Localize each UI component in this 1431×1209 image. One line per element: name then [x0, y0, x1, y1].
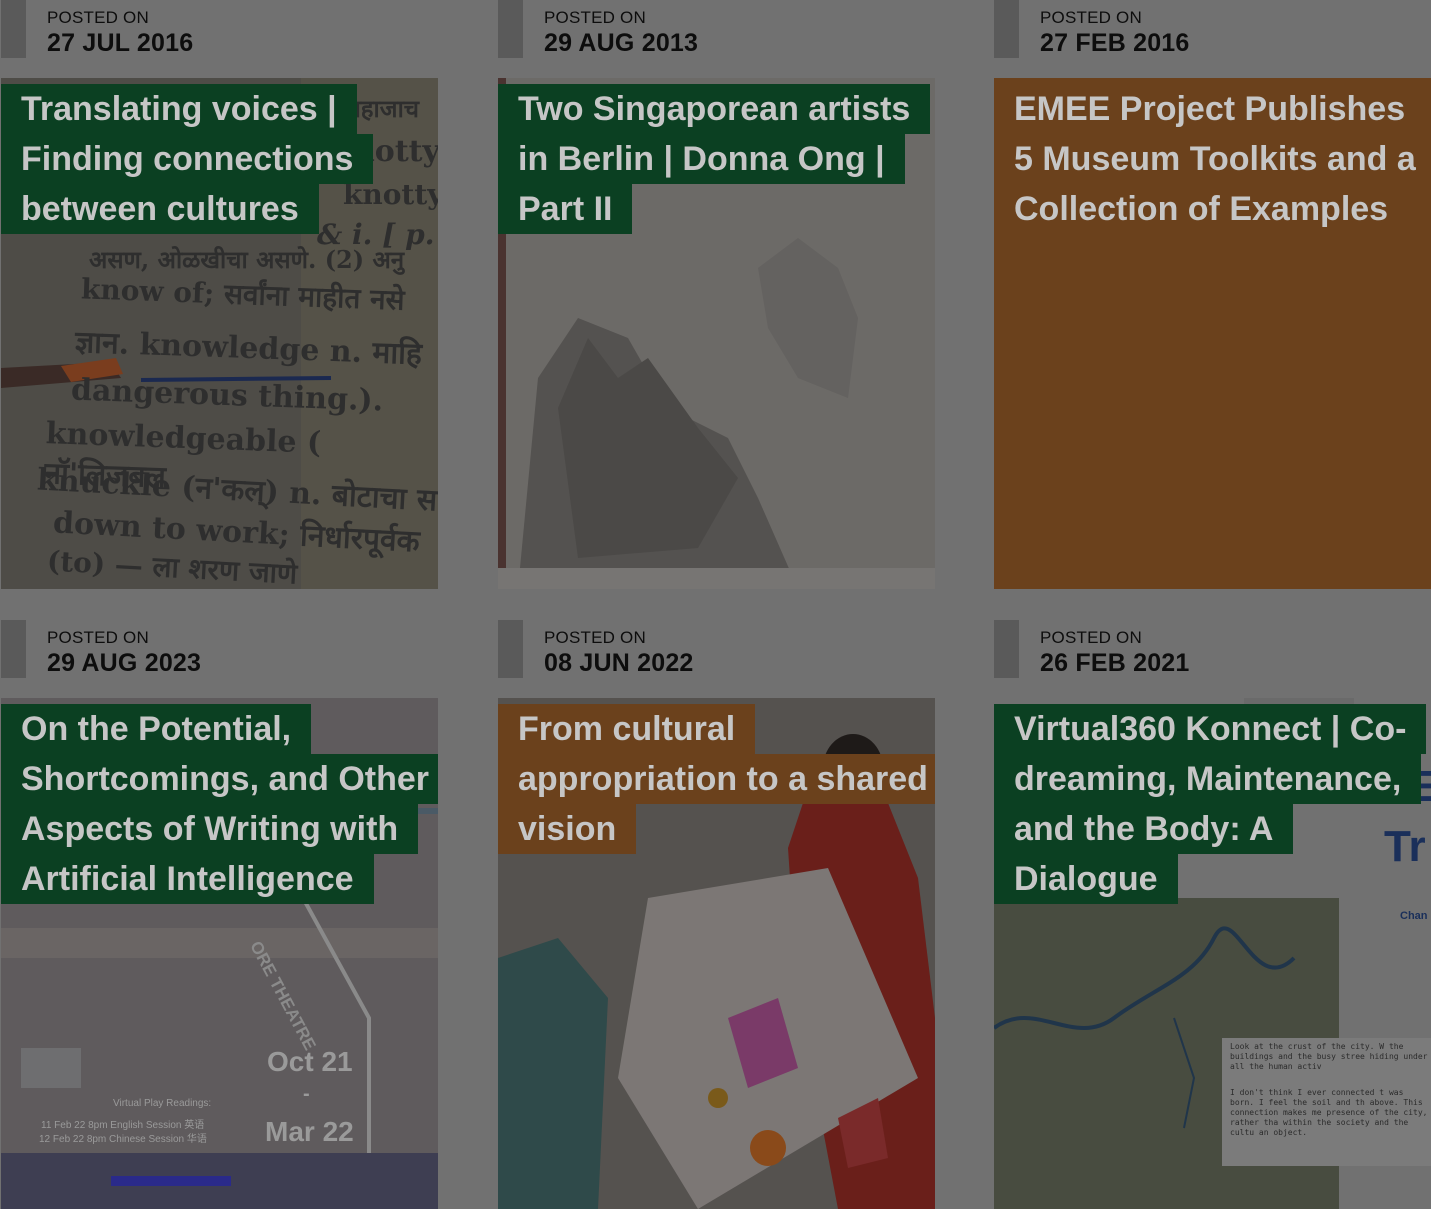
post-meta: POSTED ON 29 AUG 2013	[498, 0, 935, 78]
meta-accent-bar	[994, 0, 1019, 58]
map-paragraph: Look at the crust of the city. W the bui…	[1230, 1042, 1428, 1071]
post-grid: POSTED ON 27 JUL 2016 know of; सर्वांना …	[0, 0, 1431, 1209]
post-title-block: From cultural appropriation to a shared …	[498, 704, 935, 854]
post-meta: POSTED ON 26 FEB 2021	[994, 620, 1431, 698]
posted-on-label: POSTED ON	[47, 628, 149, 647]
post-title-block: On the Potential, Shortcomings, and Othe…	[1, 704, 438, 904]
poster-readings: Virtual Play Readings:	[113, 1098, 212, 1109]
post-card[interactable]: POSTED ON 08 JUN 2022 From cultural appr…	[498, 620, 935, 1209]
meta-accent-bar	[994, 620, 1019, 678]
post-title-block: Virtual360 Konnect | Co-dreaming, Mainte…	[994, 704, 1431, 904]
posted-on-label: POSTED ON	[1040, 628, 1142, 647]
post-thumbnail[interactable]: ORE THEATRE Oct 21 - Mar 22 Virtual Play…	[1, 698, 438, 1209]
dict-line: असण, ओळखीचा असणे. (2) अनु	[89, 245, 405, 274]
post-date: 26 FEB 2021	[1040, 649, 1190, 677]
post-card[interactable]: POSTED ON 29 AUG 2023 ORE THEATRE Oct 21…	[1, 620, 438, 1209]
post-card[interactable]: POSTED ON 29 AUG 2013 Two Singaporean ar…	[498, 0, 935, 589]
post-title-block: Translating voices | Finding connections…	[1, 84, 438, 234]
post-date: 27 FEB 2016	[1040, 29, 1190, 57]
post-title[interactable]: Two Singaporean artists in Berlin | Donn…	[498, 84, 931, 234]
post-meta: POSTED ON 27 FEB 2016	[994, 0, 1431, 78]
post-meta: POSTED ON 27 JUL 2016	[1, 0, 438, 78]
post-title[interactable]: Translating voices | Finding connections…	[1, 84, 374, 234]
posted-on-label: POSTED ON	[47, 8, 149, 27]
post-thumbnail[interactable]: know of; सर्वांना माहीत नसे ज्ञान. knowl…	[1, 78, 438, 589]
post-title-block: Two Singaporean artists in Berlin | Donn…	[498, 84, 935, 234]
poster-date-to: Mar 22	[265, 1116, 354, 1147]
posted-on-label: POSTED ON	[1040, 8, 1142, 27]
post-thumbnail[interactable]: E Tr Chan Look at the crust of the city.…	[994, 698, 1431, 1209]
poster-session: 12 Feb 22 8pm Chinese Session 华语	[39, 1134, 207, 1145]
post-title[interactable]: EMEE Project Publishes 5 Museum Toolkits…	[994, 84, 1431, 234]
map-paragraph: I don't think I ever connected t was bor…	[1230, 1088, 1428, 1137]
post-date: 08 JUN 2022	[544, 649, 694, 677]
poster-date-dash: -	[303, 1083, 310, 1105]
map-caption-fragment: Chan	[1400, 910, 1428, 922]
post-meta: POSTED ON 08 JUN 2022	[498, 620, 935, 698]
post-thumbnail[interactable]: Two Singaporean artists in Berlin | Donn…	[498, 78, 935, 589]
post-thumbnail[interactable]: From cultural appropriation to a shared …	[498, 698, 935, 1209]
post-title[interactable]: From cultural appropriation to a shared …	[498, 704, 935, 854]
post-meta: POSTED ON 29 AUG 2023	[1, 620, 438, 698]
meta-accent-bar	[498, 0, 523, 58]
post-date: 27 JUL 2016	[47, 29, 194, 57]
poster-session: 11 Feb 22 8pm English Session 英语	[41, 1120, 205, 1131]
post-card[interactable]: POSTED ON 27 JUL 2016 know of; सर्वांना …	[1, 0, 438, 589]
meta-accent-bar	[1, 620, 26, 678]
post-thumbnail[interactable]: EMEE Project Publishes 5 Museum Toolkits…	[994, 78, 1431, 589]
meta-accent-bar	[1, 0, 26, 58]
posted-on-label: POSTED ON	[544, 628, 646, 647]
post-date: 29 AUG 2023	[47, 649, 202, 677]
post-title[interactable]: Virtual360 Konnect | Co-dreaming, Mainte…	[994, 704, 1427, 904]
post-title[interactable]: On the Potential, Shortcomings, and Othe…	[1, 704, 438, 904]
poster-date-from: Oct 21	[267, 1046, 353, 1077]
post-date: 29 AUG 2013	[544, 29, 699, 57]
meta-accent-bar	[498, 620, 523, 678]
posted-on-label: POSTED ON	[544, 8, 646, 27]
post-card[interactable]: POSTED ON 27 FEB 2016 EMEE Project Publi…	[994, 0, 1431, 589]
post-title-block: EMEE Project Publishes 5 Museum Toolkits…	[994, 84, 1431, 234]
post-card[interactable]: POSTED ON 26 FEB 2021 E Tr Chan Look at …	[994, 620, 1431, 1209]
